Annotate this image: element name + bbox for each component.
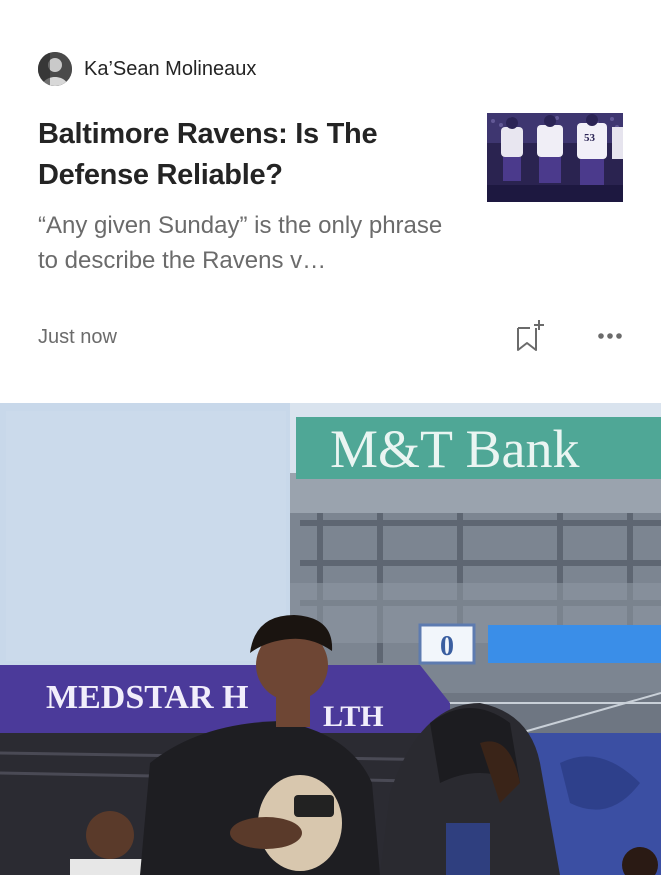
bookmark-add-icon[interactable] <box>514 316 546 354</box>
avatar-image <box>38 52 72 86</box>
article-excerpt[interactable]: “Any given Sunday” is the only phrase to… <box>38 208 458 278</box>
scoreboard-digit: 0 <box>440 631 454 662</box>
bank-sign-text: M&T Bank <box>330 419 580 479</box>
publish-date: Just now <box>38 326 117 348</box>
author-name[interactable]: Ka’Sean Molineaux <box>84 58 256 81</box>
author-row[interactable]: Ka’Sean Molineaux <box>38 52 256 86</box>
hero-image: M&T Bank 0 MEDSTAR H LTH <box>0 403 661 875</box>
article-card[interactable]: Ka’Sean Molineaux Baltimore Ravens: Is T… <box>0 0 661 400</box>
avatar[interactable] <box>38 52 72 86</box>
medstar-banner-text: MEDSTAR H <box>46 679 248 716</box>
article-thumbnail[interactable]: 53 <box>487 113 623 202</box>
thumbnail-image: 53 <box>487 113 623 202</box>
medstar-banner-tail: LTH <box>323 700 384 733</box>
hero-photo: M&T Bank 0 MEDSTAR H LTH <box>0 403 661 875</box>
article-title[interactable]: Baltimore Ravens: Is The Defense Reliabl… <box>38 114 458 196</box>
more-horizontal-icon[interactable] <box>596 326 626 346</box>
thumbnail-jersey-number: 53 <box>584 132 596 144</box>
